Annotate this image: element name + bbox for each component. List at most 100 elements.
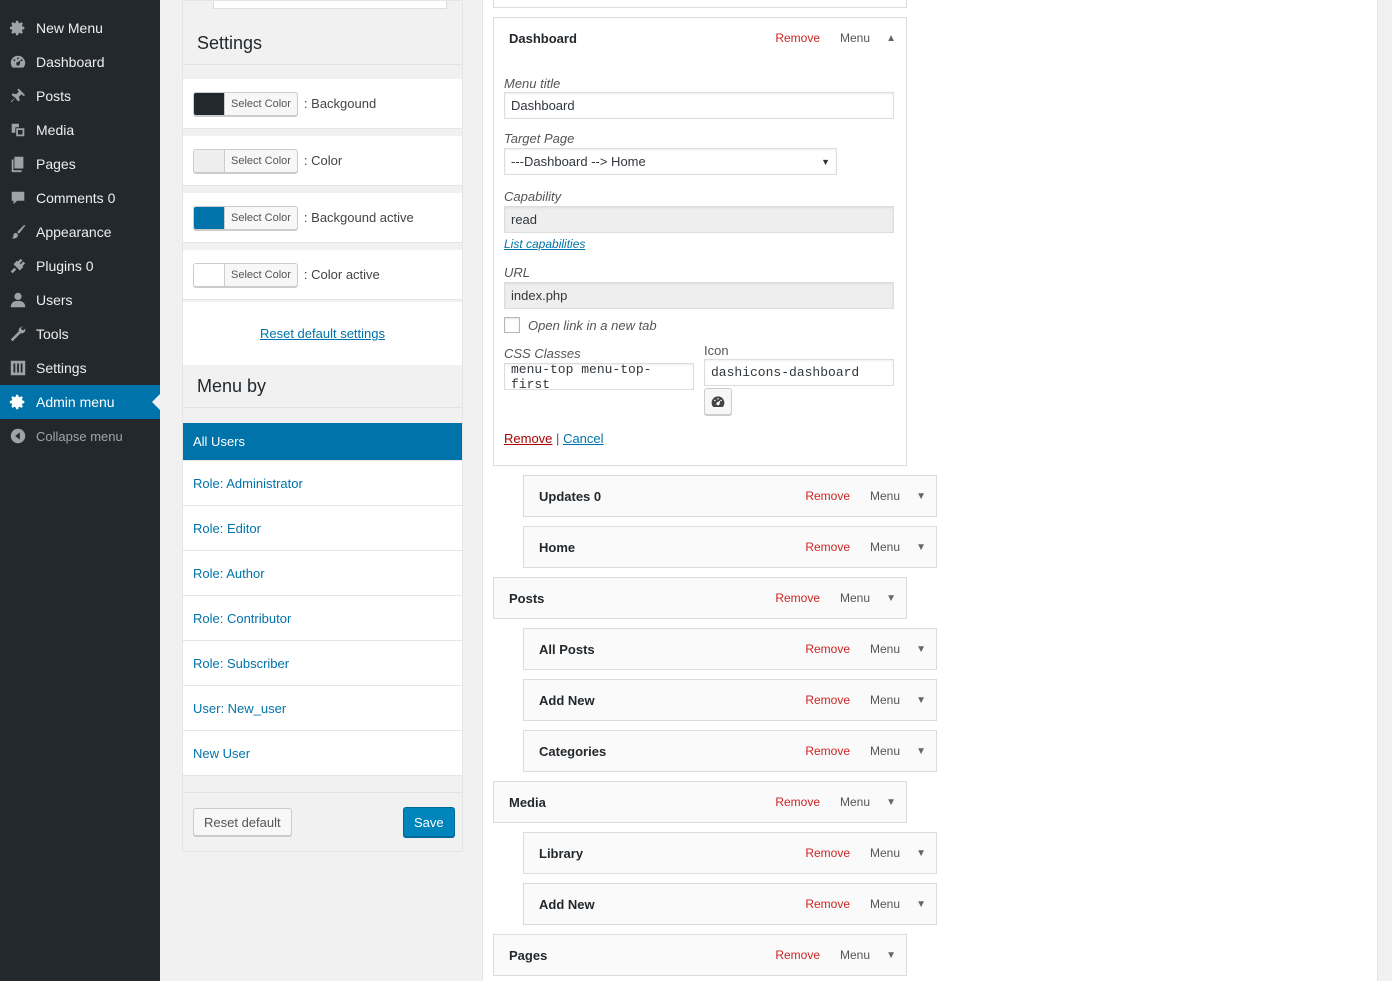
menu-item-bar[interactable]: Add New Remove Menu ▼ (523, 883, 937, 925)
menu-item-title: Home (539, 539, 576, 555)
color-swatch (194, 149, 225, 172)
sidebar-item-admin-menu[interactable]: Admin menu (0, 385, 160, 419)
url-input[interactable]: index.php (504, 282, 894, 309)
menu-item-remove[interactable]: Remove (805, 897, 850, 911)
role-item-editor[interactable]: Role: Editor (183, 506, 462, 551)
icon-picker-button[interactable] (704, 388, 732, 415)
menu-item-type: Menu (839, 591, 870, 605)
menu-item-bar-dashboard[interactable]: Dashboard Remove Menu ▲ (493, 17, 907, 59)
list-capabilities-link[interactable]: List capabilities (504, 237, 585, 251)
role-item-all-users[interactable]: All Users (183, 423, 462, 461)
menu-item-remove[interactable]: Remove (775, 948, 820, 962)
menu-item-remove[interactable]: Remove (805, 744, 850, 758)
icon-input[interactable]: dashicons-dashboard (704, 359, 894, 386)
chevron-down-icon[interactable]: ▼ (886, 950, 896, 961)
sidebar-item-plugins[interactable]: Plugins 0 (0, 249, 160, 283)
sidebar-item-label: Settings (36, 360, 87, 376)
role-item-user-new-user[interactable]: User: New_user (183, 686, 462, 731)
role-item-new-user[interactable]: New User (183, 731, 462, 776)
menu-item-remove[interactable]: Remove (805, 540, 850, 554)
menu-item-bar[interactable]: Pages Remove Menu ▼ (493, 934, 907, 976)
sidebar-item-comments[interactable]: Comments 0 (0, 181, 160, 215)
sidebar-item-posts[interactable]: Posts (0, 79, 160, 113)
color-description: : Color active (303, 267, 380, 282)
menu-item-bar[interactable]: Media Remove Menu ▼ (493, 781, 907, 823)
chevron-down-icon[interactable]: ▼ (916, 491, 926, 502)
menu-item-type: Menu (839, 31, 870, 45)
comment-icon (0, 189, 36, 207)
cancel-link[interactable]: Cancel (563, 431, 603, 446)
menu-item-title: Media (509, 794, 546, 810)
role-item-author[interactable]: Role: Author (183, 551, 462, 596)
pages-icon (0, 155, 36, 173)
role-item-administrator[interactable]: Role: Administrator (183, 461, 462, 506)
menu-item-remove[interactable]: Remove (805, 846, 850, 860)
menu-item-remove[interactable]: Remove (775, 795, 820, 809)
menu-item-type: Menu (869, 744, 900, 758)
chevron-down-icon[interactable]: ▼ (886, 797, 896, 808)
menu-item-type: Menu (869, 642, 900, 656)
menu-item-type: Menu (839, 948, 870, 962)
pin-icon (0, 87, 36, 105)
menu-item-remove[interactable]: Remove (805, 693, 850, 707)
panel-top-stub (213, 1, 447, 9)
chevron-down-icon[interactable]: ▼ (916, 542, 926, 553)
select-color-button[interactable]: Select Color (193, 148, 298, 173)
select-color-button[interactable]: Select Color (193, 91, 298, 116)
target-page-select[interactable]: ---Dashboard --> Home ▼ (504, 148, 837, 175)
select-color-button[interactable]: Select Color (193, 262, 298, 287)
menu-by-title: Menu by (197, 376, 267, 396)
menu-item-remove[interactable]: Remove (775, 31, 820, 45)
sidebar-item-dashboard[interactable]: Dashboard (0, 45, 160, 79)
sidebar-item-new-menu[interactable]: New Menu (0, 11, 160, 45)
sidebar-item-settings[interactable]: Settings (0, 351, 160, 385)
capability-input[interactable]: read (504, 206, 894, 233)
menu-item-remove[interactable]: Remove (805, 489, 850, 503)
menu-item-bar[interactable]: Posts Remove Menu ▼ (493, 577, 907, 619)
css-classes-input[interactable]: menu-top menu-top-first (504, 362, 694, 392)
menu-item-title: All Posts (539, 641, 595, 657)
menu-item-title: Dashboard (509, 30, 577, 46)
save-button[interactable]: Save (403, 807, 455, 837)
item-action-links: Remove | Cancel (504, 431, 604, 446)
menu-item-bar[interactable]: All Posts Remove Menu ▼ (523, 628, 937, 670)
sidebar-item-tools[interactable]: Tools (0, 317, 160, 351)
sidebar-item-media[interactable]: Media (0, 113, 160, 147)
menu-item-settings: Menu title Dashboard Target Page ---Dash… (493, 58, 907, 466)
new-tab-checkbox[interactable] (504, 317, 520, 333)
reset-default-button[interactable]: Reset default (193, 808, 292, 836)
menu-item-bar[interactable]: Categories Remove Menu ▼ (523, 730, 937, 772)
collapse-menu-button[interactable]: Collapse menu (0, 419, 160, 453)
reset-default-settings-link[interactable]: Reset default settings (260, 326, 385, 341)
menu-item-bar[interactable]: Library Remove Menu ▼ (523, 832, 937, 874)
menu-item-bar[interactable]: Home Remove Menu ▼ (523, 526, 937, 568)
menu-item-title: Categories (539, 743, 607, 759)
chevron-up-icon[interactable]: ▲ (886, 33, 896, 44)
sidebar-item-users[interactable]: Users (0, 283, 160, 317)
editor-top-stub (493, 0, 907, 8)
sidebar-item-appearance[interactable]: Appearance (0, 215, 160, 249)
remove-link[interactable]: Remove (504, 431, 552, 446)
role-item-contributor[interactable]: Role: Contributor (183, 596, 462, 641)
menu-item-remove[interactable]: Remove (805, 642, 850, 656)
chevron-down-icon[interactable]: ▼ (916, 695, 926, 706)
select-color-label: Select Color (231, 97, 291, 110)
menu-item-bar[interactable]: Updates 0 Remove Menu ▼ (523, 475, 937, 517)
icon-label: Icon (704, 343, 729, 358)
select-color-button[interactable]: Select Color (193, 205, 298, 230)
settings-panel: Settings Select Color : Backgound Select… (182, 0, 463, 852)
sidebar-item-pages[interactable]: Pages (0, 147, 160, 181)
chevron-down-icon[interactable]: ▼ (916, 746, 926, 757)
menu-title-input[interactable]: Dashboard (504, 92, 894, 119)
menu-item-title: Add New (539, 692, 595, 708)
menu-item-bar[interactable]: Add New Remove Menu ▼ (523, 679, 937, 721)
new-tab-label: Open link in a new tab (528, 318, 657, 333)
collapse-menu-label: Collapse menu (36, 428, 123, 444)
chevron-down-icon[interactable]: ▼ (886, 593, 896, 604)
chevron-down-icon[interactable]: ▼ (916, 848, 926, 859)
menu-item-remove[interactable]: Remove (775, 591, 820, 605)
dashboard-icon (0, 53, 36, 71)
chevron-down-icon[interactable]: ▼ (916, 644, 926, 655)
role-item-subscriber[interactable]: Role: Subscriber (183, 641, 462, 686)
chevron-down-icon[interactable]: ▼ (916, 899, 926, 910)
